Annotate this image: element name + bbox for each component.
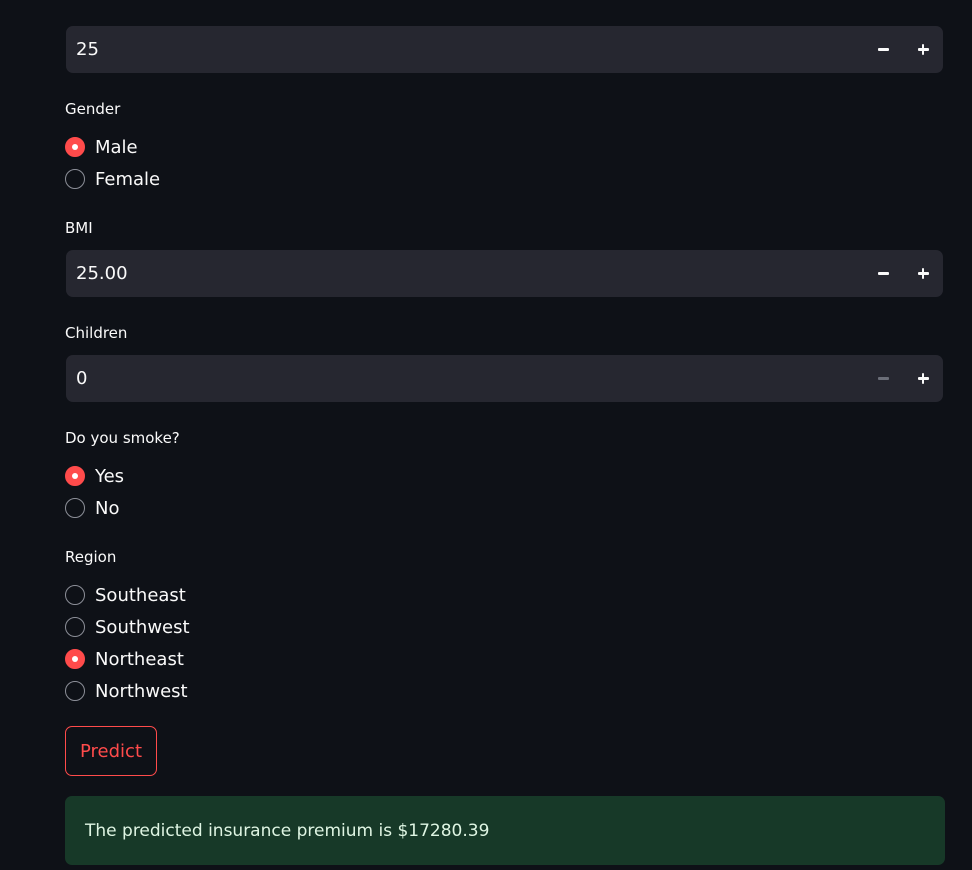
children-increment-button[interactable] bbox=[903, 355, 943, 402]
gender-radio-male[interactable]: Male bbox=[65, 135, 138, 159]
region-radio-southeast[interactable]: Southeast bbox=[65, 583, 186, 607]
region-option-label: Southwest bbox=[95, 616, 190, 638]
minus-icon bbox=[877, 373, 889, 384]
age-increment-button[interactable] bbox=[903, 26, 943, 73]
region-option-label: Northeast bbox=[95, 648, 184, 670]
region-radio-northeast[interactable]: Northeast bbox=[65, 647, 184, 671]
children-value[interactable]: 0 bbox=[76, 355, 87, 402]
region-radio-southwest[interactable]: Southwest bbox=[65, 615, 190, 639]
smoke-radio-no[interactable]: No bbox=[65, 496, 119, 520]
radio-checked-icon[interactable] bbox=[65, 466, 85, 486]
plus-icon bbox=[917, 268, 929, 279]
bmi-label: BMI bbox=[65, 219, 93, 237]
plus-icon bbox=[917, 373, 929, 384]
minus-icon bbox=[877, 268, 889, 279]
radio-unchecked-icon[interactable] bbox=[65, 169, 85, 189]
smoke-label: Do you smoke? bbox=[65, 429, 180, 447]
radio-checked-icon[interactable] bbox=[65, 649, 85, 669]
predict-button[interactable]: Predict bbox=[65, 726, 157, 776]
radio-unchecked-icon[interactable] bbox=[65, 681, 85, 701]
gender-option-label: Female bbox=[95, 168, 161, 190]
gender-radio-female[interactable]: Female bbox=[65, 167, 160, 191]
plus-icon bbox=[917, 44, 929, 55]
smoke-option-label: No bbox=[95, 497, 120, 519]
smoke-option-label: Yes bbox=[95, 465, 125, 487]
radio-unchecked-icon[interactable] bbox=[65, 585, 85, 605]
prediction-result-alert: The predicted insurance premium is $1728… bbox=[65, 796, 945, 865]
region-radio-northwest[interactable]: Northwest bbox=[65, 679, 188, 703]
children-label: Children bbox=[65, 324, 128, 342]
smoke-radio-yes[interactable]: Yes bbox=[65, 464, 124, 488]
bmi-value[interactable]: 25.00 bbox=[76, 250, 128, 297]
radio-unchecked-icon[interactable] bbox=[65, 617, 85, 637]
region-option-label: Northwest bbox=[95, 680, 188, 702]
radio-checked-icon[interactable] bbox=[65, 137, 85, 157]
children-number-input[interactable]: 0 bbox=[66, 355, 943, 402]
region-option-label: Southeast bbox=[95, 584, 186, 606]
age-number-input[interactable]: 25 bbox=[66, 26, 943, 73]
bmi-increment-button[interactable] bbox=[903, 250, 943, 297]
region-label: Region bbox=[65, 548, 117, 566]
bmi-decrement-button[interactable] bbox=[863, 250, 903, 297]
prediction-result-text: The predicted insurance premium is $1728… bbox=[85, 820, 490, 841]
age-decrement-button[interactable] bbox=[863, 26, 903, 73]
age-value[interactable]: 25 bbox=[76, 26, 99, 73]
children-decrement-button[interactable] bbox=[863, 355, 903, 402]
bmi-number-input[interactable]: 25.00 bbox=[66, 250, 943, 297]
gender-option-label: Male bbox=[95, 136, 138, 158]
radio-unchecked-icon[interactable] bbox=[65, 498, 85, 518]
minus-icon bbox=[877, 44, 889, 55]
gender-label: Gender bbox=[65, 100, 121, 118]
app-page: 25 Gender Male Female BMI 25.00 Children… bbox=[0, 0, 972, 870]
